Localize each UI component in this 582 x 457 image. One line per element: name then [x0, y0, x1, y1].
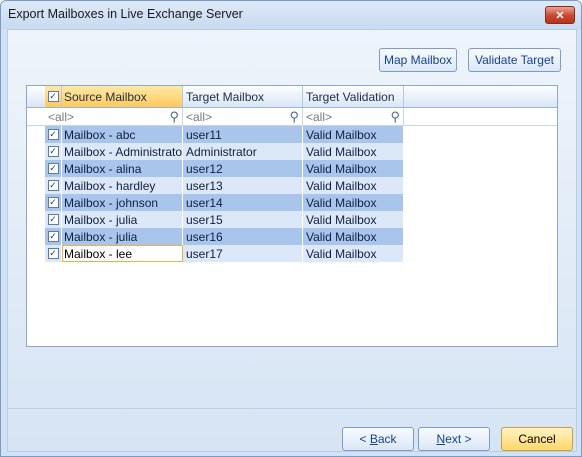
source-cell[interactable]: Mailbox - alina — [62, 160, 183, 177]
table-row[interactable]: ✓ Mailbox - julia user15 Valid Mailbox — [27, 211, 405, 228]
table-row[interactable]: ✓ Mailbox - julia user16 Valid Mailbox — [27, 228, 405, 245]
back-accesskey: B — [369, 432, 378, 446]
target-filter-text: <all> — [186, 109, 213, 124]
table-row[interactable]: ✓ Mailbox - hardley user13 Valid Mailbox — [27, 177, 405, 194]
row-checkbox[interactable]: ✓ — [47, 180, 59, 191]
target-cell[interactable]: user12 — [183, 160, 303, 177]
row-indicator — [27, 160, 45, 177]
source-cell[interactable]: Mailbox - Administrator — [62, 143, 183, 160]
window-title: Export Mailboxes in Live Exchange Server — [8, 7, 243, 21]
table-row[interactable]: ✓ Mailbox - abc user11 Valid Mailbox — [27, 126, 405, 143]
title-bar: Export Mailboxes in Live Exchange Server… — [1, 1, 581, 29]
validation-cell[interactable]: Valid Mailbox — [303, 160, 404, 177]
row-checkbox[interactable]: ✓ — [47, 163, 59, 174]
row-checkbox[interactable]: ✓ — [47, 146, 59, 157]
source-cell[interactable]: Mailbox - abc — [62, 126, 183, 143]
row-checkbox-cell[interactable]: ✓ — [45, 177, 62, 194]
header-indicator — [27, 86, 45, 107]
header-select-all[interactable]: ✓ — [45, 86, 62, 107]
validation-cell[interactable]: Valid Mailbox — [303, 194, 404, 211]
source-cell[interactable]: Mailbox - lee — [62, 245, 183, 262]
row-checkbox-cell[interactable]: ✓ — [45, 211, 62, 228]
row-indicator — [27, 211, 45, 228]
header-target-validation[interactable]: Target Validation — [303, 86, 404, 107]
next-accesskey: N — [436, 432, 446, 446]
validation-filter-input[interactable]: <all> ⚲ — [303, 108, 404, 125]
row-checkbox-cell[interactable]: ✓ — [45, 245, 62, 262]
target-cell[interactable]: user13 — [183, 177, 303, 194]
validation-filter-text: <all> — [306, 109, 333, 124]
validation-cell[interactable]: Valid Mailbox — [303, 228, 404, 245]
source-cell[interactable]: Mailbox - julia — [62, 228, 183, 245]
back-prefix: < — [359, 432, 370, 446]
row-checkbox[interactable]: ✓ — [47, 231, 59, 242]
target-cell[interactable]: user11 — [183, 126, 303, 143]
row-checkbox-cell[interactable]: ✓ — [45, 194, 62, 211]
next-button[interactable]: Next > — [418, 427, 490, 451]
validation-cell[interactable]: Valid Mailbox — [303, 143, 404, 160]
mailbox-grid: ✓ Source Mailbox Target Mailbox Target V… — [26, 85, 558, 347]
filter-row: <all> ⚲ <all> ⚲ <all> ⚲ — [27, 108, 557, 126]
header-target-mailbox[interactable]: Target Mailbox — [183, 86, 303, 107]
target-cell[interactable]: user15 — [183, 211, 303, 228]
validation-cell[interactable]: Valid Mailbox — [303, 211, 404, 228]
source-cell[interactable]: Mailbox - johnson — [62, 194, 183, 211]
row-checkbox-cell[interactable]: ✓ — [45, 143, 62, 160]
row-indicator — [27, 143, 45, 160]
row-checkbox[interactable]: ✓ — [47, 214, 59, 225]
validation-cell[interactable]: Valid Mailbox — [303, 177, 404, 194]
back-label: ack — [377, 432, 397, 446]
map-mailbox-button[interactable]: Map Mailbox — [379, 48, 457, 72]
next-label: ext > — [445, 432, 472, 446]
dialog-body: Map Mailbox Validate Target ✓ Source Mai… — [7, 29, 577, 452]
source-cell[interactable]: Mailbox - julia — [62, 211, 183, 228]
row-indicator — [27, 177, 45, 194]
header-source-mailbox[interactable]: Source Mailbox — [62, 86, 183, 107]
source-filter-text: <all> — [48, 109, 75, 124]
row-indicator — [27, 228, 45, 245]
table-row[interactable]: ✓ Mailbox - Administrator Administrator … — [27, 143, 405, 160]
target-cell[interactable]: user17 — [183, 245, 303, 262]
close-icon: ✕ — [555, 9, 565, 22]
table-row[interactable]: ✓ Mailbox - alina user12 Valid Mailbox — [27, 160, 405, 177]
source-cell[interactable]: Mailbox - hardley — [62, 177, 183, 194]
search-icon: ⚲ — [289, 109, 299, 124]
row-checkbox-cell[interactable]: ✓ — [45, 160, 62, 177]
row-indicator — [27, 126, 45, 143]
target-filter-input[interactable]: <all> ⚲ — [183, 108, 303, 125]
close-button[interactable]: ✕ — [545, 6, 575, 24]
cancel-button[interactable]: Cancel — [501, 427, 573, 451]
back-button[interactable]: < Back — [342, 427, 414, 451]
table-row[interactable]: ✓ Mailbox - lee user17 Valid Mailbox — [27, 245, 405, 262]
filter-indicator — [27, 108, 45, 125]
validation-cell[interactable]: Valid Mailbox — [303, 245, 404, 262]
row-indicator — [27, 194, 45, 211]
search-icon: ⚲ — [169, 109, 179, 124]
footer-divider — [8, 408, 576, 409]
source-filter-input[interactable]: <all> ⚲ — [45, 108, 183, 125]
row-checkbox[interactable]: ✓ — [47, 248, 59, 259]
row-checkbox-cell[interactable]: ✓ — [45, 228, 62, 245]
target-cell[interactable]: user14 — [183, 194, 303, 211]
row-checkbox[interactable]: ✓ — [47, 197, 59, 208]
row-indicator — [27, 245, 45, 262]
target-cell[interactable]: user16 — [183, 228, 303, 245]
row-checkbox[interactable]: ✓ — [47, 129, 59, 140]
target-cell[interactable]: Administrator — [183, 143, 303, 160]
table-row[interactable]: ✓ Mailbox - johnson user14 Valid Mailbox — [27, 194, 405, 211]
row-checkbox-cell[interactable]: ✓ — [45, 126, 62, 143]
select-all-checkbox[interactable]: ✓ — [47, 91, 59, 102]
validation-cell[interactable]: Valid Mailbox — [303, 126, 404, 143]
export-dialog: Export Mailboxes in Live Exchange Server… — [0, 0, 582, 457]
validate-target-button[interactable]: Validate Target — [468, 48, 561, 72]
grid-header: ✓ Source Mailbox Target Mailbox Target V… — [27, 86, 557, 108]
search-icon: ⚲ — [390, 109, 400, 124]
